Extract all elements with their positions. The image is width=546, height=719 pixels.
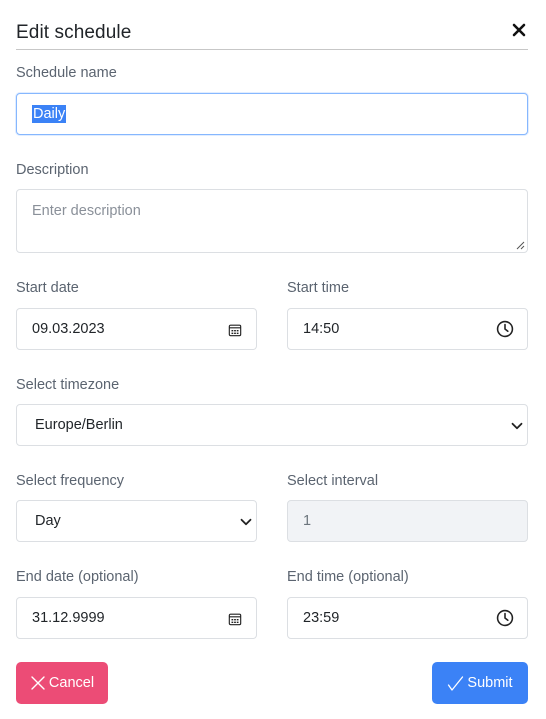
dialog-header: Edit schedule: [16, 20, 528, 50]
chevron-down-icon: [240, 518, 252, 526]
end-date-input[interactable]: 31.12.9999: [16, 597, 257, 639]
calendar-icon[interactable]: [228, 323, 242, 337]
frequency-value: Day: [35, 513, 61, 529]
interval-value: 1: [303, 513, 312, 529]
interval-input: 1: [287, 500, 528, 542]
clock-icon[interactable]: [496, 320, 514, 338]
schedule-name-label: Schedule name: [16, 65, 117, 81]
submit-button[interactable]: Submit: [432, 662, 528, 704]
start-time-value: 14:50: [303, 321, 340, 337]
submit-label: Submit: [467, 675, 513, 691]
description-textarea[interactable]: Enter description: [16, 189, 528, 253]
start-date-input[interactable]: 09.03.2023: [16, 308, 257, 350]
end-date-label: End date (optional): [16, 569, 139, 585]
timezone-value: Europe/Berlin: [35, 417, 123, 433]
end-time-input[interactable]: 23:59: [287, 597, 528, 639]
cancel-label: Cancel: [48, 675, 95, 691]
description-label: Description: [16, 162, 89, 178]
start-date-label: Start date: [16, 280, 79, 296]
calendar-icon[interactable]: [228, 612, 242, 626]
frequency-label: Select frequency: [16, 473, 125, 489]
interval-label: Select interval: [287, 473, 379, 489]
x-icon: [31, 676, 45, 690]
end-time-value: 23:59: [303, 610, 340, 626]
cancel-button[interactable]: Cancel: [16, 662, 108, 704]
close-icon[interactable]: [511, 22, 527, 38]
start-date-value: 09.03.2023: [32, 321, 105, 337]
schedule-name-input[interactable]: Daily: [16, 93, 528, 135]
start-time-input[interactable]: 14:50: [287, 308, 528, 350]
end-time-label: End time (optional): [287, 569, 409, 585]
description-placeholder: Enter description: [32, 203, 141, 219]
timezone-select[interactable]: Europe/Berlin: [16, 404, 528, 446]
resize-handle-icon[interactable]: [516, 241, 525, 250]
end-date-value: 31.12.9999: [32, 610, 105, 626]
check-icon: [448, 675, 464, 691]
frequency-select[interactable]: Day: [16, 500, 257, 542]
dialog-title: Edit schedule: [16, 22, 132, 43]
start-time-label: Start time: [287, 280, 350, 296]
clock-icon[interactable]: [496, 609, 514, 627]
chevron-down-icon: [511, 422, 523, 430]
timezone-label: Select timezone: [16, 377, 120, 393]
schedule-name-value: Daily: [32, 105, 67, 123]
